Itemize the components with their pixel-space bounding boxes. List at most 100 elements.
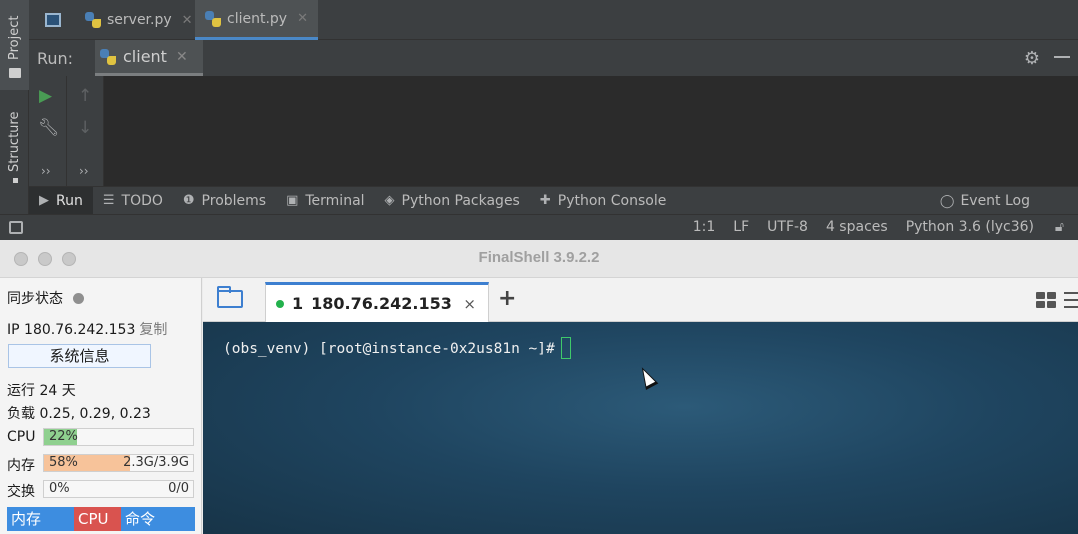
tool-windows-toggle-icon[interactable] — [9, 221, 23, 234]
tool-window-label: Run — [56, 192, 83, 209]
grid-layout-icon[interactable] — [1036, 292, 1056, 308]
swap-meter: 0% 0/0 — [43, 480, 194, 498]
more-chevron-icon[interactable]: ›› — [79, 164, 89, 178]
status-line-separator[interactable]: LF — [733, 219, 749, 235]
close-icon[interactable]: ✕ — [176, 49, 188, 65]
structure-side-tab[interactable]: Structure — [4, 100, 26, 190]
system-info-button[interactable]: 系统信息 — [8, 344, 151, 368]
minimize-icon[interactable] — [1054, 56, 1070, 58]
uptime-row: 运行 24 天 — [7, 380, 76, 400]
run-panel-header: Run: client ✕ ⚙ — [29, 40, 1078, 76]
project-side-tab-label: Project — [7, 15, 22, 60]
sync-status-label: 同步状态 — [7, 291, 63, 307]
folder-icon[interactable] — [217, 286, 243, 308]
sort-by-cpu-header[interactable]: CPU — [74, 507, 121, 531]
load-label: 负载 — [7, 406, 35, 422]
tab-server-py[interactable]: server.py ✕ — [75, 0, 203, 40]
process-table-header: 内存 CPU 命令 — [7, 507, 195, 531]
status-interpreter[interactable]: Python 3.6 (lyc36) — [906, 219, 1034, 235]
python-file-icon — [85, 12, 101, 28]
gear-icon[interactable]: ⚙ — [1024, 48, 1040, 69]
load-row: 负载 0.25, 0.29, 0.23 — [7, 403, 151, 423]
tool-window-terminal[interactable]: ▣ Terminal — [276, 187, 374, 215]
connected-status-dot — [276, 299, 284, 308]
window-title: FinalShell 3.9.2.2 — [478, 249, 600, 266]
memory-usage: 2.3G/3.9G — [123, 455, 189, 470]
status-caret-position[interactable]: 1:1 — [693, 219, 716, 235]
wrench-icon[interactable]: 🔧︎ — [38, 118, 60, 138]
tab-label: client.py — [227, 10, 288, 27]
sync-status-row: 同步状态 — [7, 288, 84, 308]
close-icon[interactable]: ✕ — [297, 11, 308, 26]
run-toolbar-primary: ▶ 🔧︎ ›› — [29, 76, 67, 186]
lock-icon[interactable]: 🔓︎ — [1055, 219, 1064, 235]
arrow-down-icon[interactable]: ↓ — [78, 118, 92, 138]
run-toolbar-secondary: ↑ ↓ ›› — [67, 76, 104, 186]
session-tab-index: 1 — [292, 294, 304, 313]
python-file-icon — [205, 10, 221, 27]
sort-by-command-header[interactable]: 命令 — [121, 507, 195, 531]
load-value: 0.25, 0.29, 0.23 — [39, 406, 151, 422]
project-view-toggle[interactable] — [35, 0, 71, 40]
pycharm-window: Project Structure server.py ✕ client.py … — [0, 0, 1078, 240]
memory-percent: 58% — [49, 455, 78, 470]
terminal-area[interactable]: (obs_venv) [root@instance-0x2us81n ~]# — [203, 322, 1078, 534]
session-tab-host: 180.76.242.153 — [311, 294, 452, 313]
tab-client-py[interactable]: client.py ✕ — [195, 0, 318, 40]
session-tab-bar: 1 180.76.242.153 × + — [203, 278, 1078, 322]
speech-bubble-icon: ◯ — [939, 193, 955, 209]
sort-by-memory-header[interactable]: 内存 — [7, 507, 74, 531]
finalshell-titlebar: FinalShell 3.9.2.2 — [0, 240, 1078, 278]
run-config-tab-label: client — [123, 47, 167, 66]
project-side-tab[interactable]: Project — [0, 0, 29, 90]
play-icon[interactable]: ▶ — [39, 86, 52, 106]
layers-icon: ◈ — [384, 193, 395, 208]
mouse-pointer-icon — [635, 364, 659, 390]
run-console-output[interactable] — [104, 76, 1078, 186]
play-icon: ▶ — [39, 193, 49, 208]
menu-icon[interactable] — [1064, 292, 1078, 308]
tool-window-label: Python Packages — [401, 192, 520, 209]
more-chevron-icon[interactable]: ›› — [41, 164, 51, 178]
arrow-up-icon[interactable]: ↑ — [78, 86, 92, 106]
tool-window-python-packages[interactable]: ◈ Python Packages — [375, 187, 530, 215]
tool-window-label: Terminal — [305, 192, 365, 209]
memory-meter: 58% 2.3G/3.9G — [43, 454, 194, 472]
session-tab-1[interactable]: 1 180.76.242.153 × — [265, 282, 489, 322]
left-tool-strip: Project Structure — [0, 0, 29, 240]
swap-label: 交换 — [7, 484, 35, 500]
run-config-tab-client[interactable]: client ✕ — [95, 40, 203, 76]
status-encoding[interactable]: UTF-8 — [767, 219, 808, 235]
ip-row: IP 180.76.242.153 复制 — [7, 319, 167, 339]
structure-side-tab-label: Structure — [7, 111, 22, 172]
tool-window-label: Python Console — [557, 192, 667, 209]
tool-window-problems[interactable]: ❶ Problems — [173, 187, 276, 215]
close-icon[interactable]: ✕ — [182, 13, 193, 28]
swap-percent: 0% — [49, 481, 70, 496]
list-icon: ☰ — [102, 193, 115, 208]
run-panel-label: Run: — [37, 49, 74, 68]
folder-icon — [9, 68, 21, 78]
status-indent[interactable]: 4 spaces — [826, 219, 888, 235]
tool-window-todo[interactable]: ☰ TODO — [93, 187, 173, 215]
terminal-prompt-line: (obs_venv) [root@instance-0x2us81n ~]# — [223, 337, 571, 359]
uptime-value: 24 天 — [39, 383, 76, 399]
uptime-label: 运行 — [7, 383, 35, 399]
cpu-percent: 22% — [49, 429, 78, 444]
finalshell-window: FinalShell 3.9.2.2 同步状态 IP 180.76.242.15… — [0, 240, 1078, 534]
python-file-icon — [100, 48, 116, 65]
server-info-sidebar: 同步状态 IP 180.76.242.153 复制 系统信息 运行 24 天 负载… — [0, 278, 202, 534]
window-layout-icon — [45, 13, 61, 27]
ip-address: 180.76.242.153 — [24, 322, 136, 338]
copy-ip-link[interactable]: 复制 — [139, 322, 167, 338]
tool-window-label: TODO — [121, 192, 163, 209]
close-icon[interactable]: × — [463, 295, 476, 313]
add-tab-button[interactable]: + — [498, 286, 516, 311]
tool-window-python-console[interactable]: ✚ Python Console — [530, 187, 676, 215]
ip-label: IP — [7, 322, 20, 338]
tool-window-bar: ▶ Run ☰ TODO ❶ Problems ▣ Terminal ◈ Pyt… — [29, 186, 1078, 215]
python-icon: ✚ — [539, 193, 551, 208]
tool-window-event-log[interactable]: ◯ Event Log — [930, 187, 1040, 215]
tool-window-label: Event Log — [960, 193, 1030, 209]
tool-window-run[interactable]: ▶ Run — [29, 186, 93, 215]
